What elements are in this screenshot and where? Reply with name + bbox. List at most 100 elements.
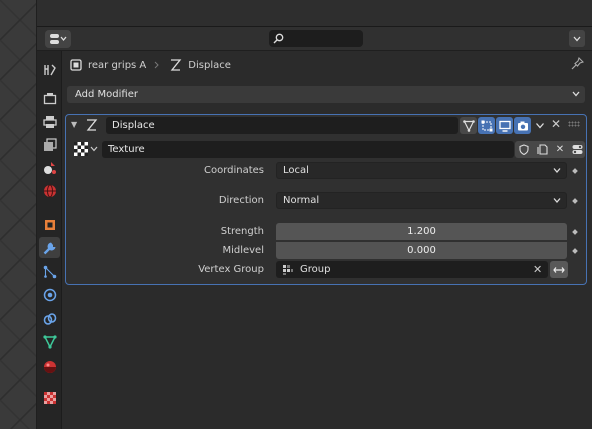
world-icon (43, 184, 56, 197)
data-icon (42, 334, 57, 349)
strength-field[interactable]: 1.200 (276, 223, 567, 240)
tab-object-data[interactable] (39, 331, 60, 352)
tab-object[interactable] (39, 214, 60, 235)
texture-icon (43, 391, 56, 404)
invert-vertex-group-button[interactable] (550, 261, 568, 278)
checker-texture-icon[interactable] (74, 142, 88, 156)
vertex-group-field[interactable]: Group (276, 261, 548, 278)
new-texture-button[interactable] (533, 141, 551, 158)
tab-scene[interactable] (39, 157, 60, 178)
properties-main: rear grips A Displace Add Modifier ▼ Dis… (62, 51, 592, 429)
top-region (37, 0, 592, 27)
modifier-name: Displace (112, 120, 155, 131)
tab-view-layer[interactable] (39, 134, 60, 155)
breadcrumb: rear grips A Displace (70, 57, 231, 73)
remove-modifier-button[interactable]: ✕ (551, 117, 561, 131)
vertex-group-icon (283, 264, 293, 275)
tab-texture[interactable] (39, 387, 60, 408)
strength-value: 1.200 (407, 226, 436, 237)
search-input[interactable] (288, 33, 358, 44)
keyframe-dot[interactable] (572, 229, 578, 235)
tab-render[interactable] (39, 88, 60, 109)
breadcrumb-object: rear grips A (88, 59, 147, 71)
tab-tool[interactable] (39, 59, 60, 80)
tab-world[interactable] (39, 180, 60, 201)
chevron-down-icon (572, 91, 580, 97)
edit-mode-icon (481, 120, 492, 131)
strength-label: Strength (220, 226, 264, 237)
arrow-left-right-icon (553, 266, 565, 273)
chevron-down-icon (553, 198, 561, 203)
displace-modifier-icon (86, 119, 98, 131)
breadcrumb-separator-icon (154, 61, 159, 69)
tab-output[interactable] (39, 111, 60, 132)
viewport-display-toggle[interactable] (496, 117, 513, 134)
camera-icon (517, 121, 528, 130)
modifier-icon (43, 242, 55, 254)
fake-user-button[interactable] (515, 141, 533, 158)
scene-icon (43, 161, 56, 174)
add-modifier-button[interactable]: Add Modifier (67, 86, 585, 103)
tab-constraints[interactable] (39, 308, 60, 329)
drag-handle[interactable] (568, 121, 580, 127)
modifier-name-field[interactable]: Displace (106, 117, 458, 134)
options-dropdown-button[interactable] (569, 30, 585, 47)
pin-button[interactable] (571, 56, 585, 73)
close-icon: ✕ (555, 144, 565, 155)
displace-modifier-icon (170, 59, 182, 71)
keyframe-dot[interactable] (572, 168, 578, 174)
properties-editor-icon (572, 145, 582, 154)
vertex-triangle-icon (462, 119, 475, 132)
clear-vertex-group-button[interactable]: ✕ (533, 263, 542, 276)
object-mesh-icon (70, 59, 82, 71)
properties-tabs (37, 51, 62, 429)
collapse-toggle[interactable]: ▼ (71, 120, 77, 129)
3d-viewport-edge (0, 0, 37, 429)
displace-modifier-panel: ▼ Displace ✕ Texture ✕ Coordinates Local… (65, 114, 587, 285)
monitor-icon (498, 120, 511, 132)
edit-mode-cage-toggle[interactable] (460, 117, 477, 134)
tab-physics[interactable] (39, 284, 60, 305)
edit-mode-toggle[interactable] (478, 117, 495, 134)
material-icon (43, 360, 56, 373)
search-icon (273, 33, 284, 44)
tab-modifiers[interactable] (39, 237, 60, 258)
coordinates-label: Coordinates (203, 165, 264, 176)
editor-type-button[interactable] (45, 30, 71, 48)
view-layer-icon (43, 137, 57, 151)
coordinates-dropdown[interactable]: Local (276, 162, 567, 179)
texture-name-field[interactable]: Texture (102, 141, 514, 158)
chevron-down-icon (553, 168, 561, 173)
texture-properties-button[interactable] (569, 141, 585, 158)
vertex-group-label: Vertex Group (198, 264, 264, 275)
shield-icon (519, 144, 529, 155)
chevron-down-icon[interactable] (535, 122, 545, 130)
particles-icon (43, 265, 56, 278)
constraints-icon (43, 312, 56, 325)
tab-particles[interactable] (39, 261, 60, 282)
tool-icon (43, 64, 56, 75)
physics-icon (43, 288, 56, 301)
render-toggle[interactable] (514, 117, 531, 134)
properties-editor-icon (50, 34, 67, 44)
unlink-texture-button[interactable]: ✕ (551, 141, 569, 158)
midlevel-value: 0.000 (407, 245, 436, 256)
direction-dropdown[interactable]: Normal (276, 192, 567, 209)
properties-header (37, 27, 592, 51)
breadcrumb-modifier: Displace (188, 59, 231, 71)
output-icon (42, 115, 57, 128)
search-field[interactable] (269, 30, 363, 47)
keyframe-dot[interactable] (572, 198, 578, 204)
tab-material[interactable] (39, 356, 60, 377)
midlevel-field[interactable]: 0.000 (276, 242, 567, 259)
keyframe-dot[interactable] (572, 248, 578, 254)
texture-name: Texture (108, 144, 145, 155)
render-icon (43, 92, 56, 104)
object-icon (44, 219, 55, 230)
direction-label: Direction (218, 195, 264, 206)
chevron-down-icon (573, 36, 581, 41)
midlevel-label: Midlevel (222, 245, 264, 256)
chevron-down-icon[interactable] (90, 146, 98, 152)
direction-value: Normal (283, 195, 320, 206)
add-modifier-label: Add Modifier (75, 89, 138, 100)
